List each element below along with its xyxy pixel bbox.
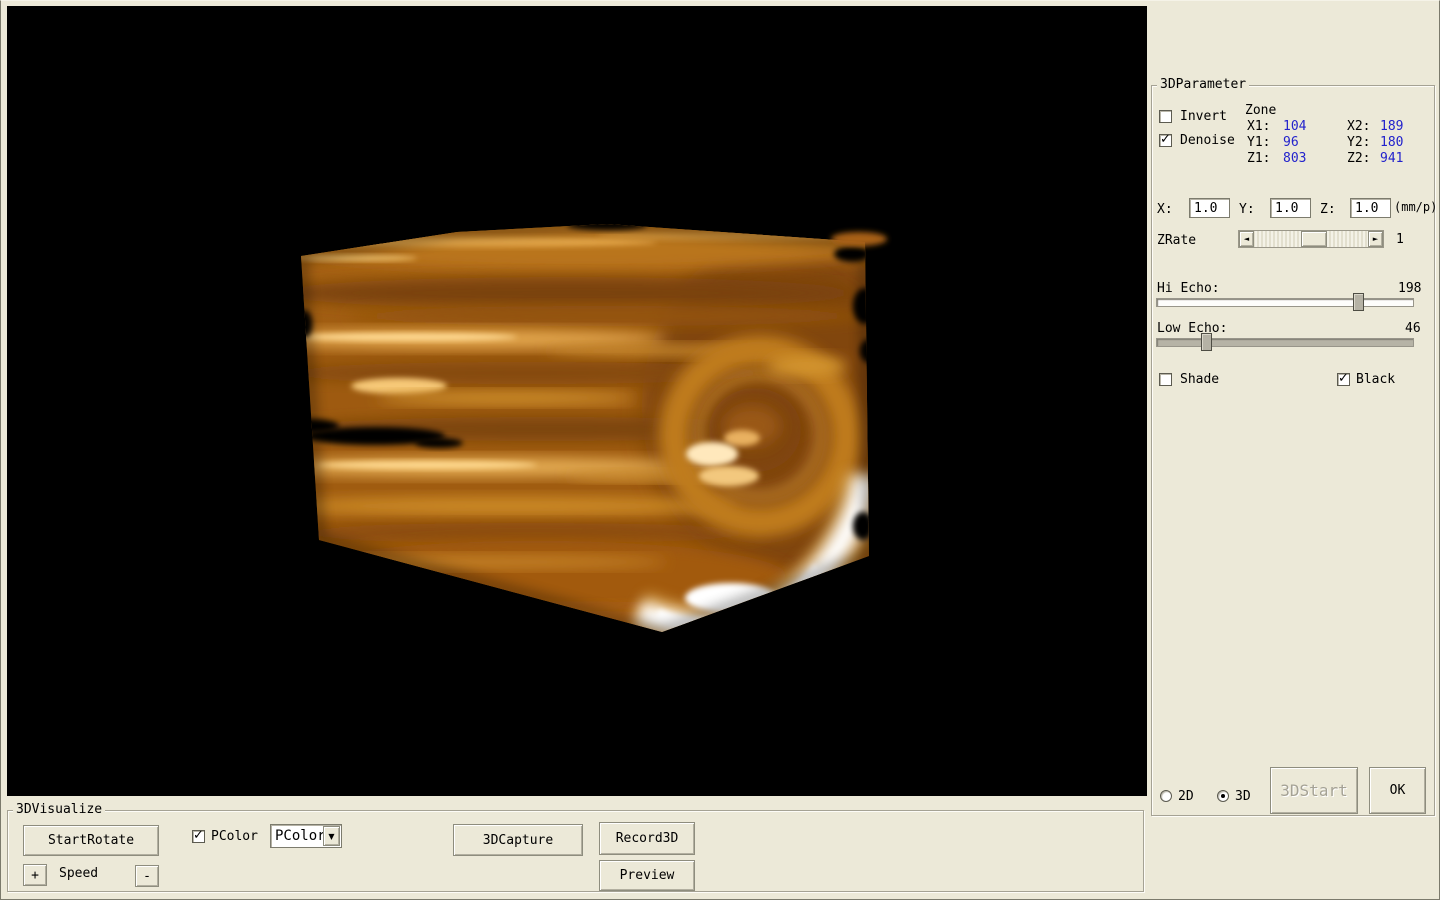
low-echo-track[interactable] (1156, 338, 1414, 347)
pcolor-dropdown[interactable]: PColor ▼ (270, 824, 342, 848)
zone-x1-value: 104 (1283, 119, 1306, 134)
zone-x2-value: 189 (1380, 119, 1403, 134)
zone-y1-label: Y1: (1247, 135, 1270, 150)
zone-y2-value: 180 (1380, 135, 1403, 150)
pcolor-checkbox[interactable]: ✓ (192, 830, 205, 843)
check-icon: ✓ (193, 828, 204, 843)
speed-label: Speed (59, 866, 98, 881)
speed-plus-button[interactable]: + (23, 864, 47, 886)
shade-checkbox[interactable]: ✓ (1159, 373, 1172, 386)
parameter-group: 3DParameter ✓ Invert ✓ Denoise Zone X1: … (1151, 85, 1435, 816)
mode-3d-label: 3D (1235, 789, 1251, 804)
ok-button[interactable]: OK (1369, 767, 1426, 814)
hi-echo-track[interactable] (1156, 298, 1414, 307)
zrate-thumb[interactable] (1301, 231, 1327, 247)
zrate-left-arrow-icon[interactable]: ◄ (1239, 231, 1254, 247)
zrate-right-arrow-icon[interactable]: ► (1368, 231, 1383, 247)
chevron-down-icon[interactable]: ▼ (323, 826, 340, 846)
low-echo-thumb[interactable] (1201, 333, 1212, 351)
invert-label: Invert (1180, 109, 1227, 124)
pcolor-dropdown-value: PColor (275, 828, 326, 844)
hi-echo-thumb[interactable] (1353, 293, 1364, 311)
zone-y2-label: Y2: (1347, 135, 1370, 150)
zrate-value: 1 (1396, 232, 1404, 247)
3dcapture-button[interactable]: 3DCapture (453, 824, 583, 856)
low-echo-value: 46 (1405, 321, 1421, 336)
3dstart-button[interactable]: 3DStart (1270, 767, 1358, 814)
start-rotate-button[interactable]: StartRotate (23, 825, 159, 856)
scale-z-value: 1.0 (1355, 201, 1378, 216)
scale-y-input[interactable]: 1.0 (1270, 198, 1311, 218)
scale-y-label: Y: (1239, 202, 1255, 217)
zone-z2-value: 941 (1380, 151, 1403, 166)
scale-z-label: Z: (1320, 202, 1336, 217)
render-viewport[interactable] (7, 6, 1147, 796)
invert-checkbox[interactable]: ✓ (1159, 110, 1172, 123)
zone-x1-label: X1: (1247, 119, 1270, 134)
low-echo-label: Low Echo: (1157, 321, 1227, 336)
visualize-group: 3DVisualize StartRotate ✓ PColor PColor … (7, 810, 1144, 892)
record3d-button[interactable]: Record3D (599, 822, 695, 855)
denoise-label: Denoise (1180, 133, 1235, 148)
pcolor-label: PColor (211, 829, 258, 844)
visualize-group-label: 3DVisualize (13, 802, 105, 818)
zone-label: Zone (1245, 103, 1276, 118)
zone-z1-label: Z1: (1247, 151, 1270, 166)
mode-2d-radio[interactable] (1160, 790, 1172, 802)
speed-minus-button[interactable]: - (135, 865, 159, 887)
black-checkbox[interactable]: ✓ (1337, 373, 1350, 386)
check-icon: ✓ (1338, 371, 1349, 386)
preview-button[interactable]: Preview (599, 860, 695, 891)
mode-2d-label: 2D (1178, 789, 1194, 804)
zone-z2-label: Z2: (1347, 151, 1370, 166)
mode-3d-radio[interactable] (1217, 790, 1229, 802)
volume-render (7, 6, 1147, 796)
shade-label: Shade (1180, 372, 1219, 387)
hi-echo-label: Hi Echo: (1157, 281, 1220, 296)
scale-y-value: 1.0 (1275, 201, 1298, 216)
black-label: Black (1356, 372, 1395, 387)
application-window: 3DParameter ✓ Invert ✓ Denoise Zone X1: … (0, 0, 1440, 900)
zone-z1-value: 803 (1283, 151, 1306, 166)
denoise-checkbox[interactable]: ✓ (1159, 134, 1172, 147)
zone-x2-label: X2: (1347, 119, 1370, 134)
zrate-label: ZRate (1157, 233, 1196, 248)
scale-x-value: 1.0 (1194, 201, 1217, 216)
scale-x-input[interactable]: 1.0 (1189, 198, 1230, 218)
parameter-group-label: 3DParameter (1157, 77, 1249, 93)
scale-x-label: X: (1157, 202, 1173, 217)
scale-z-input[interactable]: 1.0 (1350, 198, 1391, 218)
zrate-scrollbar[interactable]: ◄ ► (1238, 230, 1384, 248)
zone-y1-value: 96 (1283, 135, 1299, 150)
scale-unit-label: (mm/p) (1394, 200, 1437, 215)
check-icon: ✓ (1160, 132, 1171, 147)
hi-echo-value: 198 (1398, 281, 1421, 296)
